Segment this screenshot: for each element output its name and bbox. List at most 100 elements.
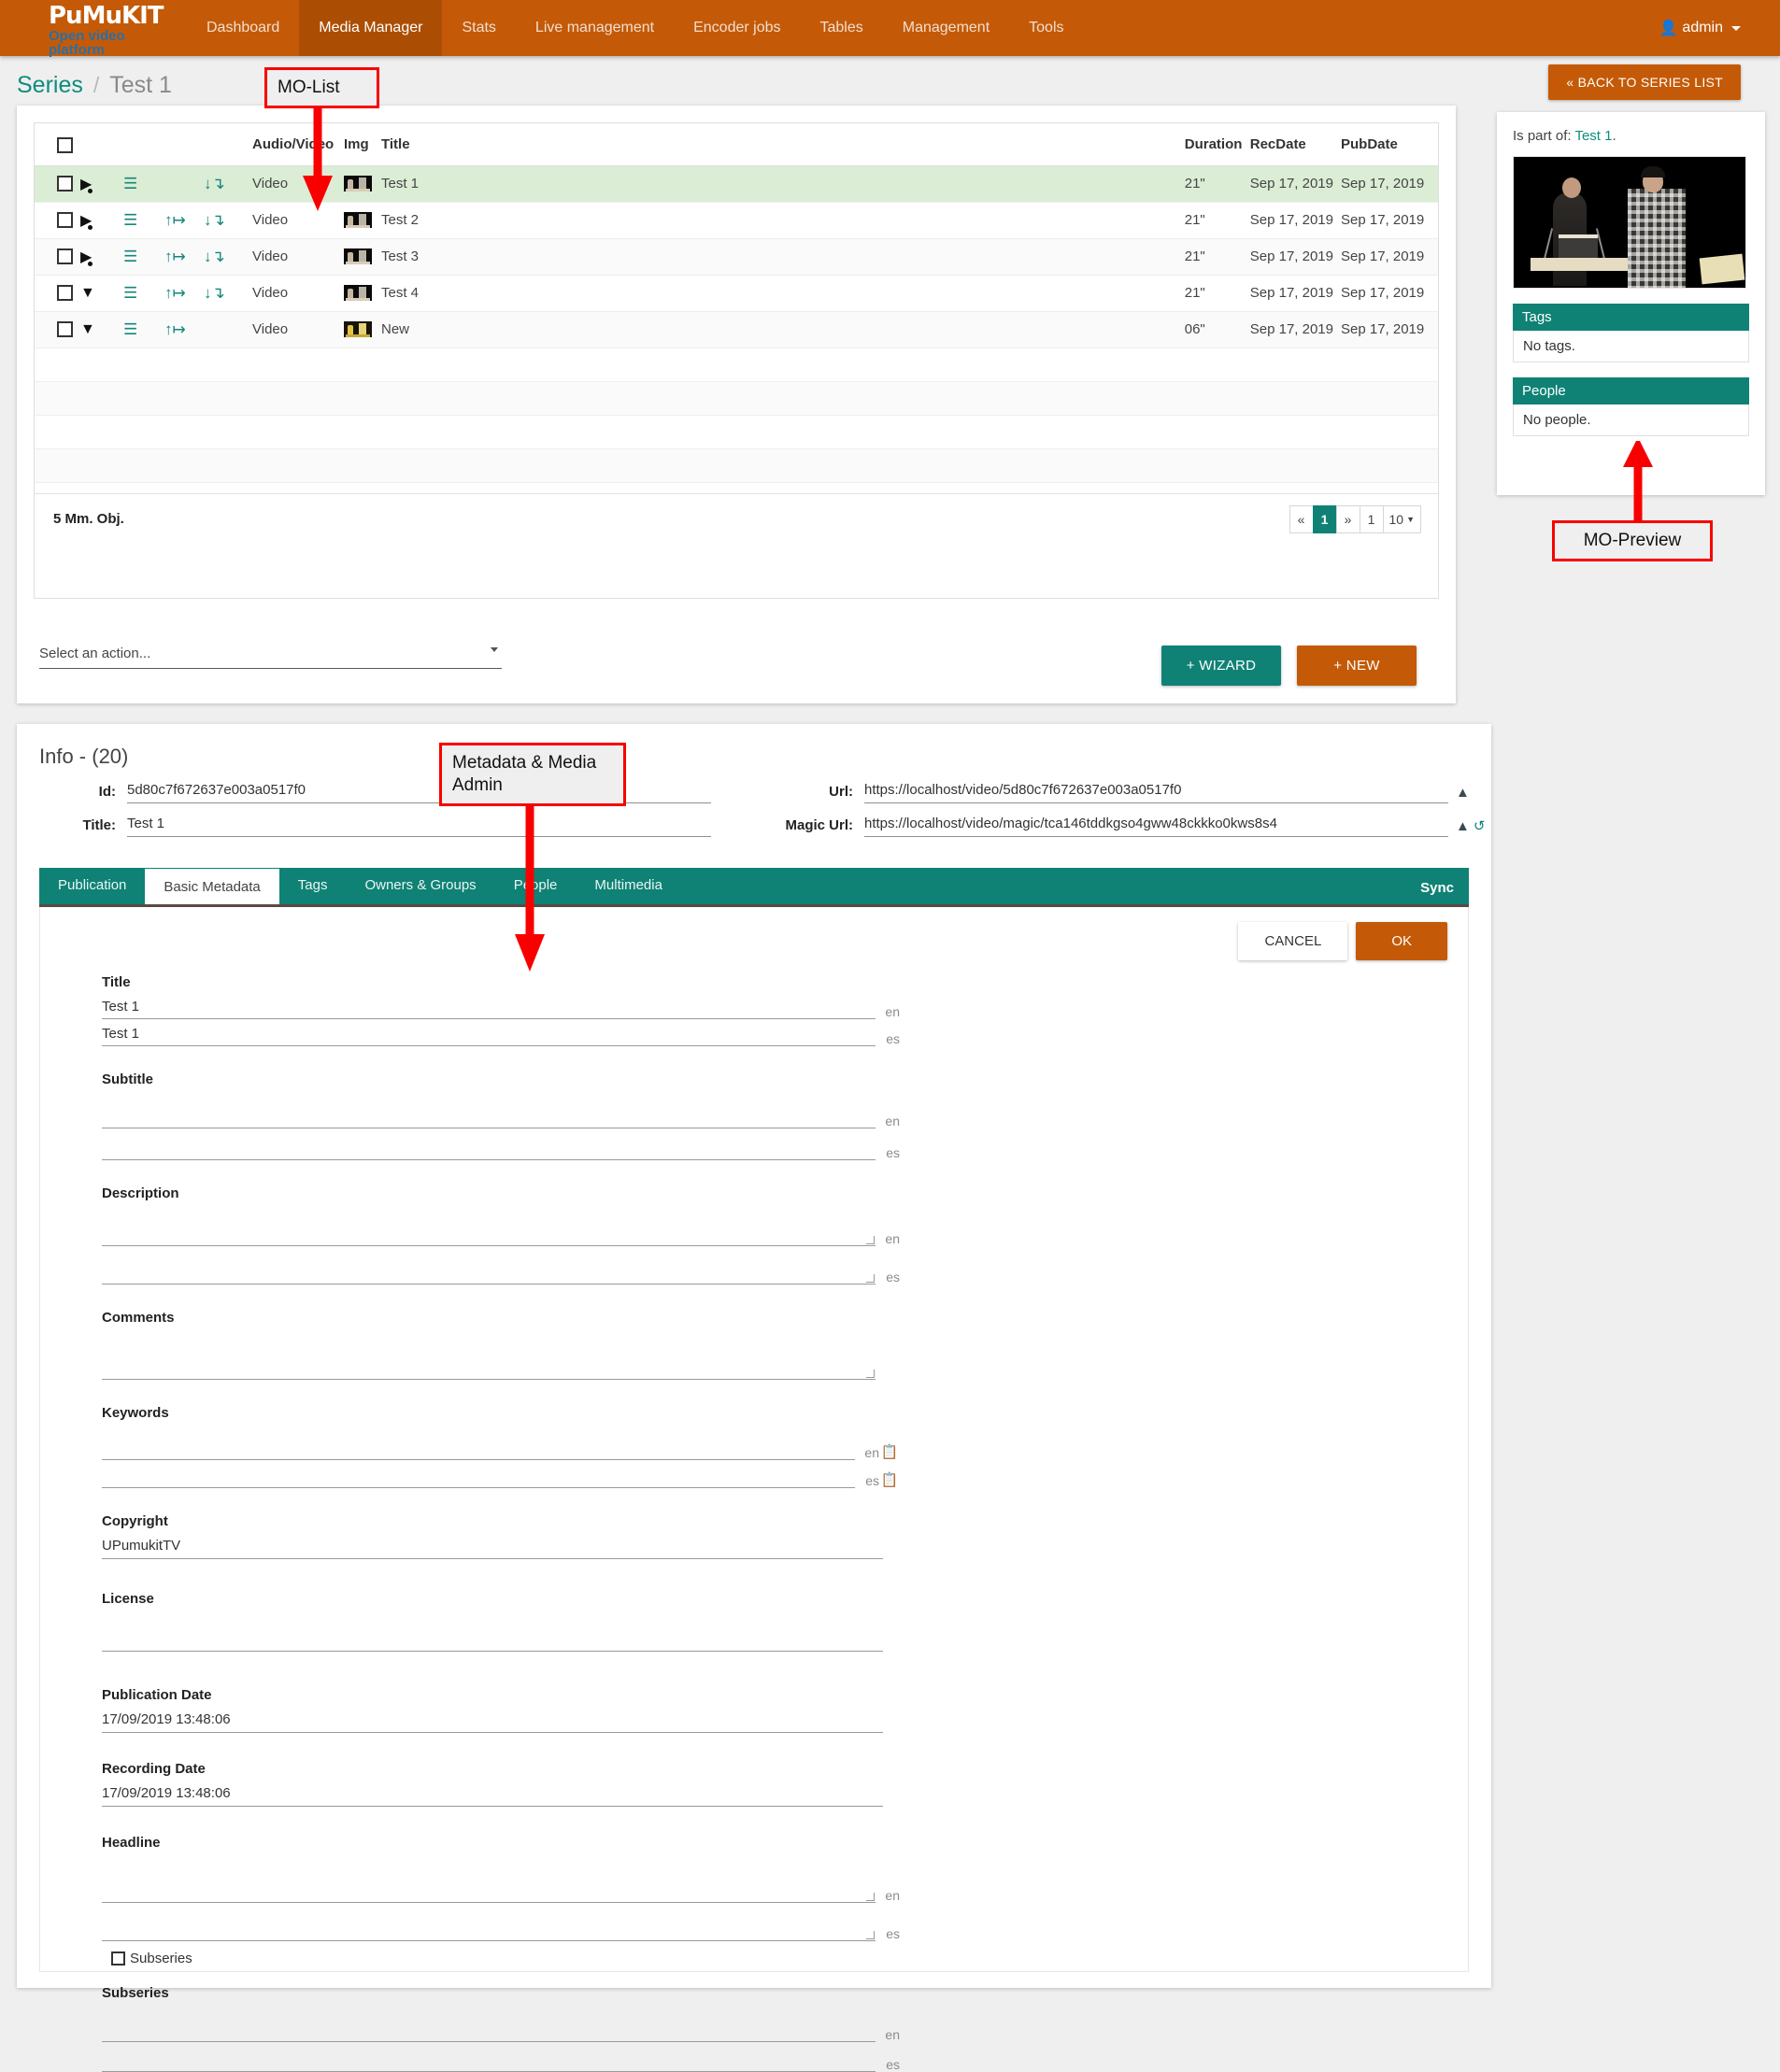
- page-current-button[interactable]: 1: [1313, 505, 1337, 533]
- duration-header[interactable]: Duration: [1181, 123, 1246, 165]
- subtitle-en-input[interactable]: [102, 1108, 876, 1128]
- headline-en-textarea[interactable]: [102, 1871, 876, 1903]
- reorder-handle-icon[interactable]: ☰: [123, 248, 137, 265]
- callout-mo-preview: MO-Preview: [1552, 520, 1713, 561]
- pubdate-header[interactable]: PubDate: [1337, 123, 1438, 165]
- broadcast-private-icon[interactable]: ▶: [80, 213, 93, 229]
- img-header[interactable]: Img: [340, 123, 377, 165]
- copy-icon[interactable]: 📋: [879, 1443, 900, 1460]
- copyright-input[interactable]: UPumukitTV: [102, 1538, 883, 1559]
- select-action-dropdown[interactable]: Select an action...: [39, 646, 502, 669]
- row-checkbox[interactable]: [57, 285, 73, 301]
- title-en-input[interactable]: Test 1: [102, 999, 876, 1019]
- nav-item-dashboard[interactable]: Dashboard: [187, 0, 299, 56]
- tab-owners-groups[interactable]: Owners & Groups: [346, 865, 494, 904]
- info-panel: Info - (20) Id: 5d80c7f672637e003a0517f0…: [17, 724, 1491, 1988]
- is-part-of-link[interactable]: Test 1: [1574, 128, 1612, 144]
- sync-button[interactable]: Sync: [1420, 868, 1454, 907]
- magic-url-value[interactable]: https://localhost/video/magic/tca146tddk…: [864, 816, 1448, 837]
- table-row[interactable]: ▼ ☰ ↑↦ ↓↴ Video Test 4 21" Sep 17, 2019 …: [35, 275, 1438, 311]
- row-title[interactable]: New: [377, 311, 1181, 348]
- row-checkbox[interactable]: [57, 321, 73, 337]
- tab-basic-metadata[interactable]: Basic Metadata: [145, 869, 278, 904]
- ok-button[interactable]: OK: [1356, 922, 1447, 960]
- row-checkbox[interactable]: [57, 248, 73, 264]
- share-icon[interactable]: ▲: [1456, 818, 1470, 834]
- nav-item-media-manager[interactable]: Media Manager: [299, 0, 442, 56]
- table-row[interactable]: ▶ ☰ ↓↴ Video Test 1 21" Sep 17, 2019 Sep…: [35, 165, 1438, 202]
- recdate-header[interactable]: RecDate: [1246, 123, 1337, 165]
- row-title[interactable]: Test 2: [377, 202, 1181, 238]
- broadcast-private-icon[interactable]: ▶: [80, 249, 93, 265]
- description-en-textarea[interactable]: [102, 1214, 876, 1246]
- table-row[interactable]: ▶ ☰ ↑↦ ↓↴ Video Test 2 21" Sep 17, 2019 …: [35, 202, 1438, 238]
- license-input[interactable]: [102, 1631, 883, 1652]
- table-row[interactable]: ▼ ☰ ↑↦ Video New 06" Sep 17, 2019 Sep 17…: [35, 311, 1438, 348]
- title-input[interactable]: Test 1: [127, 816, 711, 837]
- title-es-input[interactable]: Test 1: [102, 1026, 876, 1046]
- row-title[interactable]: Test 3: [377, 238, 1181, 275]
- nav-item-tools[interactable]: Tools: [1009, 0, 1083, 56]
- move-down-icon[interactable]: ↓↴: [204, 248, 225, 265]
- nav-item-stats[interactable]: Stats: [442, 0, 515, 56]
- broadcast-public-icon[interactable]: ▼: [80, 321, 95, 337]
- move-up-icon[interactable]: ↑↦: [164, 248, 186, 265]
- page-number-input[interactable]: 1: [1360, 505, 1384, 533]
- nav-item-management[interactable]: Management: [883, 0, 1009, 56]
- table-row[interactable]: ▶ ☰ ↑↦ ↓↴ Video Test 3 21" Sep 17, 2019 …: [35, 238, 1438, 275]
- recording-date-input[interactable]: 17/09/2019 13:48:06: [102, 1785, 883, 1807]
- user-menu[interactable]: 👤 admin: [1659, 0, 1780, 56]
- nav-item-live-management[interactable]: Live management: [516, 0, 674, 56]
- select-all-checkbox[interactable]: [57, 137, 73, 153]
- title-header[interactable]: Title: [377, 123, 1181, 165]
- reorder-handle-icon[interactable]: ☰: [123, 320, 137, 338]
- subseries-es-input[interactable]: [102, 2051, 876, 2072]
- move-down-icon[interactable]: ↓↴: [204, 284, 225, 302]
- per-page-select[interactable]: 10▼: [1383, 505, 1422, 533]
- keywords-en-input[interactable]: [102, 1440, 855, 1460]
- page-next-button[interactable]: »: [1336, 505, 1360, 533]
- move-down-icon[interactable]: ↓↴: [204, 175, 225, 192]
- move-up-icon[interactable]: ↑↦: [164, 211, 186, 229]
- move-down-icon[interactable]: ↓↴: [204, 211, 225, 229]
- keywords-es-input[interactable]: [102, 1468, 855, 1488]
- preview-thumbnail[interactable]: [1513, 156, 1746, 289]
- tab-publication[interactable]: Publication: [39, 865, 145, 904]
- row-select-cell: [35, 238, 77, 275]
- row-checkbox[interactable]: [57, 212, 73, 228]
- move-up-icon[interactable]: ↑↦: [164, 320, 186, 338]
- row-title[interactable]: Test 1: [377, 165, 1181, 202]
- subseries-checkbox[interactable]: [111, 1951, 125, 1966]
- share-icon[interactable]: ▲: [1456, 785, 1470, 801]
- reorder-handle-icon[interactable]: ☰: [123, 284, 137, 302]
- wizard-button[interactable]: + WIZARD: [1161, 646, 1281, 686]
- new-button[interactable]: + NEW: [1297, 646, 1417, 686]
- headline-es-textarea[interactable]: [102, 1909, 876, 1941]
- tab-multimedia[interactable]: Multimedia: [576, 865, 681, 904]
- move-up-icon[interactable]: ↑↦: [164, 284, 186, 302]
- breadcrumb-series-link[interactable]: Series: [17, 72, 83, 99]
- reorder-handle-icon[interactable]: ☰: [123, 175, 137, 192]
- subseries-en-input[interactable]: [102, 2022, 876, 2042]
- row-checkbox[interactable]: [57, 176, 73, 192]
- tab-tags[interactable]: Tags: [279, 865, 347, 904]
- back-to-series-list-button[interactable]: « BACK TO SERIES LIST: [1548, 64, 1741, 100]
- broadcast-public-icon[interactable]: ▼: [80, 285, 95, 301]
- broadcast-private-icon[interactable]: ▶: [80, 177, 93, 192]
- row-title[interactable]: Test 4: [377, 275, 1181, 311]
- reorder-handle-icon[interactable]: ☰: [123, 211, 137, 229]
- cancel-button[interactable]: CANCEL: [1238, 922, 1347, 960]
- subtitle-es-input[interactable]: [102, 1140, 876, 1160]
- copy-icon[interactable]: 📋: [879, 1471, 900, 1488]
- refresh-icon[interactable]: ↺: [1474, 818, 1486, 834]
- nav-item-encoder-jobs[interactable]: Encoder jobs: [674, 0, 800, 56]
- url-value[interactable]: https://localhost/video/5d80c7f672637e00…: [864, 782, 1448, 803]
- description-es-textarea[interactable]: [102, 1253, 876, 1284]
- publication-date-input[interactable]: 17/09/2019 13:48:06: [102, 1711, 883, 1733]
- nav-item-tables[interactable]: Tables: [801, 0, 883, 56]
- brand-logo[interactable]: PuMuKIT Open video platform: [0, 0, 174, 56]
- page-prev-button[interactable]: «: [1289, 505, 1314, 533]
- subseries-checkbox-row[interactable]: Subseries: [111, 1951, 900, 1966]
- comments-textarea[interactable]: [102, 1337, 876, 1380]
- per-page-value: 10: [1389, 512, 1404, 527]
